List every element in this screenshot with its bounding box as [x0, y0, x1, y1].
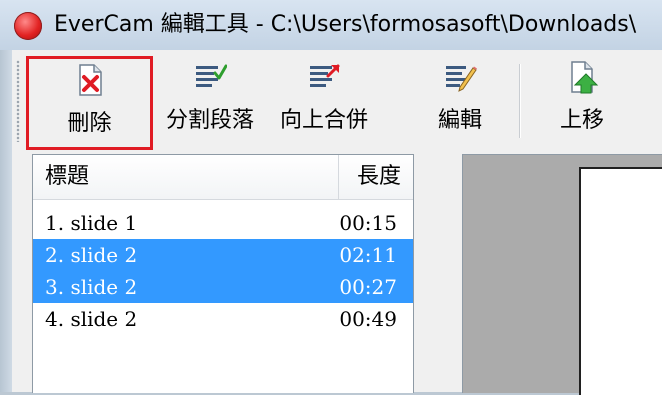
list-item-length: 00:49 [339, 307, 397, 331]
merge-up-label: 向上合併 [279, 108, 368, 133]
preview-pane [462, 154, 662, 395]
move-up-button[interactable]: 上移 [534, 56, 630, 150]
toolbar-grip[interactable] [16, 60, 20, 142]
split-paragraph-icon [196, 64, 227, 87]
column-title-label: 標題 [45, 164, 90, 189]
list-header: 標題 長度 [33, 155, 413, 200]
merge-up-button[interactable]: 向上合併 [272, 56, 376, 150]
delete-document-icon [78, 64, 102, 96]
list-item-length: 00:15 [339, 211, 397, 235]
column-length-label: 長度 [356, 164, 401, 189]
list-item[interactable]: 1. slide 1 00:15 [33, 207, 413, 239]
slide-preview-canvas[interactable] [579, 167, 662, 395]
column-header-title[interactable]: 標題 [33, 155, 339, 199]
list-item-title: 2. slide 2 [45, 243, 138, 267]
window-title: EverCam 編輯工具 - C:\Users\formosasoft\Down… [54, 12, 637, 37]
delete-button[interactable]: 刪除 [26, 56, 153, 150]
toolbar-separator [519, 64, 520, 138]
list-item-title: 3. slide 2 [45, 275, 138, 299]
list-item[interactable]: 3. slide 2 00:27 [33, 271, 413, 303]
window-left-border [0, 50, 12, 392]
move-up-arrow-icon [571, 61, 599, 94]
edit-button[interactable]: 編輯 [414, 56, 506, 150]
editor-window: 刪除 分割段落 向上合併 編輯 上移 標題 長度 1. slide 1 00:1… [12, 50, 662, 395]
edit-pencil-icon [446, 66, 477, 92]
slide-list[interactable]: 標題 長度 1. slide 1 00:15 2. slide 2 02:11 … [32, 154, 414, 393]
list-item[interactable]: 2. slide 2 02:11 [33, 239, 413, 271]
split-paragraph-label: 分割段落 [165, 108, 254, 133]
list-item-title: 4. slide 2 [45, 307, 138, 331]
split-paragraph-button[interactable]: 分割段落 [158, 56, 262, 150]
list-item-length: 02:11 [339, 243, 397, 267]
list-item-length: 00:27 [339, 275, 397, 299]
delete-label: 刪除 [67, 111, 112, 136]
list-item[interactable]: 4. slide 2 00:49 [33, 303, 413, 335]
column-header-length[interactable]: 長度 [339, 155, 413, 199]
list-item-title: 1. slide 1 [45, 211, 138, 235]
move-up-label: 上移 [559, 108, 604, 133]
merge-up-icon [310, 64, 340, 87]
edit-label: 編輯 [437, 108, 482, 133]
toolbar: 刪除 分割段落 向上合併 編輯 上移 [12, 50, 662, 150]
app-logo-icon[interactable] [14, 12, 42, 40]
title-bar[interactable]: EverCam 編輯工具 - C:\Users\formosasoft\Down… [0, 0, 662, 50]
